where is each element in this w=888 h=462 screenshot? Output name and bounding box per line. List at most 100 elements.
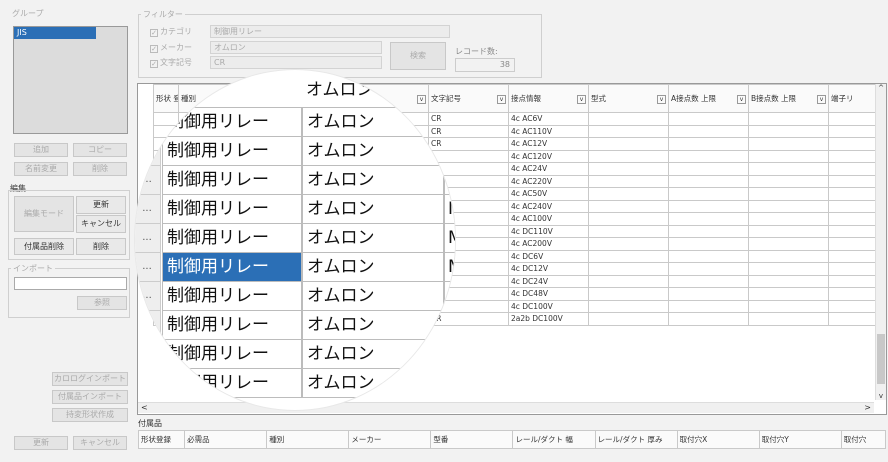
accessory-column-header[interactable]: メーカー [348,430,432,449]
magnified-type-cell[interactable]: 制御用リレー [162,107,302,137]
magnified-row[interactable]: ...制御用リレーオムロンM' [135,252,455,282]
cell[interactable] [588,237,669,251]
accessory-import-button[interactable]: 付属品インポート [52,390,128,404]
horizontal-scrollbar[interactable]: < > [138,402,874,413]
cell[interactable] [748,162,829,176]
cell[interactable] [828,112,877,126]
cell[interactable] [668,112,749,126]
cell[interactable] [828,124,877,138]
cell[interactable] [588,124,669,138]
cell-contact[interactable]: 4c DC6V [508,249,589,263]
cell[interactable] [748,274,829,288]
cell-contact[interactable]: 4c AC100V [508,212,589,226]
cell[interactable] [588,112,669,126]
cell[interactable] [668,187,749,201]
row-edit-button[interactable]: ... [135,252,161,282]
row-edit-button[interactable]: ... [135,310,161,340]
magnified-type-cell[interactable]: 制御用リレー [162,310,302,340]
magnified-maker-cell[interactable]: オムロン [302,194,444,224]
magnified-symbol-cell[interactable]: M' [444,223,455,253]
edit-mode-button[interactable]: 編集モード [14,196,74,232]
magnified-symbol-cell[interactable] [444,107,455,137]
accessory-column-header[interactable]: 取付穴Y [758,430,842,449]
magnified-row[interactable]: ... 制御用リレー オムロン [135,310,455,340]
magnified-row[interactable]: ... 制御用リレー オムロン [135,107,455,137]
category-checkbox[interactable]: ✓ カテゴリ [150,26,192,37]
cell[interactable] [588,249,669,263]
maker-select[interactable]: オムロン [210,41,382,54]
cell-contact[interactable]: 4c AC240V [508,199,589,213]
cell[interactable] [748,174,829,188]
group-delete-button[interactable]: 削除 [73,162,127,176]
scroll-down-icon[interactable]: v [876,392,886,400]
cell[interactable] [668,274,749,288]
magnified-row[interactable]: ... 制御用リレー オムロン [135,368,455,398]
magnified-symbol-cell[interactable] [444,136,455,166]
magnified-maker-cell[interactable]: オムロン [302,107,444,137]
group-rename-button[interactable]: 名前変更 [14,162,68,176]
filter-dropdown-icon[interactable]: v [497,95,506,104]
cell[interactable] [828,312,877,326]
cell[interactable] [828,287,877,301]
magnified-row[interactable]: ...制御用リレーオムロンM [135,194,455,224]
cell[interactable] [668,212,749,226]
maker-checkbox[interactable]: ✓ メーカー [150,42,192,53]
magnified-maker-cell[interactable]: オムロン [302,368,444,398]
bottom-cancel-button[interactable]: キャンセル [73,436,127,450]
magnified-row[interactable]: ... 制御用リレー オムロン [135,339,455,369]
cell[interactable] [668,124,749,138]
cell[interactable] [668,137,749,151]
magnified-row[interactable]: ...制御用リレーオムロンM [135,281,455,311]
group-add-button[interactable]: 追加 [14,143,68,157]
cell[interactable] [668,149,749,163]
cell[interactable] [748,224,829,238]
accessory-column-header[interactable]: 必需品 [184,430,268,449]
cell[interactable] [748,137,829,151]
import-ref-button[interactable]: 参照 [77,296,127,310]
cell[interactable] [828,212,877,226]
cell[interactable] [748,262,829,276]
accessory-column-header[interactable]: 種別 [266,430,350,449]
cell[interactable] [668,299,749,313]
cell-contact[interactable]: 4c DC100V [508,299,589,313]
magnified-type-cell[interactable]: 制御用リレー [162,339,302,369]
magnified-type-cell[interactable]: 制御用リレー [162,368,302,398]
cell-contact[interactable]: 4c AC120V [508,149,589,163]
accessory-column-header[interactable]: 取付穴 [840,430,887,449]
cell-contact[interactable]: 2a2b DC100V [508,312,589,326]
cell[interactable] [748,124,829,138]
magnified-row[interactable]: ... 制御用リレー オムロン [135,165,455,195]
cell[interactable] [748,212,829,226]
scroll-thumb[interactable] [877,334,885,384]
magnified-type-cell[interactable]: 制御用リレー [162,194,302,224]
cell[interactable] [588,262,669,276]
cell[interactable] [828,174,877,188]
cell[interactable] [668,174,749,188]
magnified-symbol-cell[interactable]: M [444,194,455,224]
cell[interactable] [588,162,669,176]
magnified-type-cell[interactable]: 制御用リレー [162,223,302,253]
cell[interactable] [588,187,669,201]
scroll-up-icon[interactable]: ^ [876,84,886,92]
magnified-symbol-cell[interactable]: M' [444,252,455,282]
cell[interactable] [668,162,749,176]
cell[interactable] [828,137,877,151]
update-button[interactable]: 更新 [76,196,126,214]
magnified-symbol-cell[interactable] [444,368,455,398]
cell-contact[interactable]: 4c AC200V [508,237,589,251]
cell[interactable] [668,237,749,251]
cell-contact[interactable]: 4c AC12V [508,137,589,151]
search-button[interactable]: 検索 [390,42,446,70]
magnified-type-cell[interactable]: 制御用リレー [162,165,302,195]
category-select[interactable]: 制御用リレー [210,25,450,38]
magnified-symbol-cell[interactable] [444,339,455,369]
cell[interactable] [828,149,877,163]
cell[interactable] [668,287,749,301]
accessory-column-header[interactable]: 形状登録 [137,430,186,449]
delete-accessory-button[interactable]: 付属品削除 [14,238,74,255]
filter-dropdown-icon[interactable]: v [817,95,826,104]
cell-contact[interactable]: 4c AC220V [508,174,589,188]
cell[interactable] [668,224,749,238]
row-edit-button[interactable]: ... [135,368,161,398]
symbol-select[interactable]: CR [210,56,382,69]
